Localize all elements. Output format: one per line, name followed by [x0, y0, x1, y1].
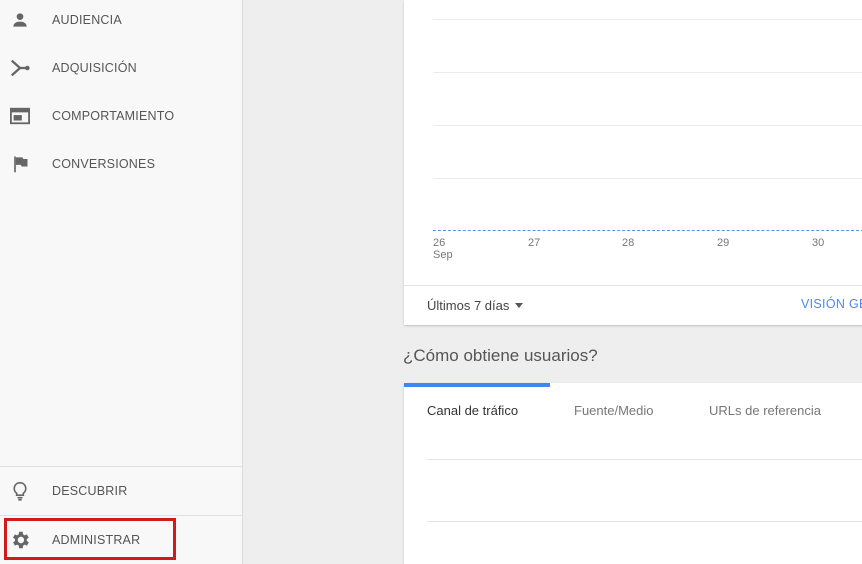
section-title: ¿Cómo obtiene usuarios?: [403, 346, 598, 365]
sidebar-item-label: CONVERSIONES: [52, 157, 156, 171]
x-tick-day: 26: [433, 237, 446, 249]
sidebar-item-descubrir[interactable]: DESCUBRIR: [0, 467, 243, 515]
tab-fuente-medio[interactable]: Fuente/Medio: [574, 403, 654, 418]
x-tick-label: 26 Sep: [433, 237, 453, 261]
sidebar-item-label: COMPORTAMIENTO: [52, 109, 175, 123]
behavior-icon: [8, 104, 32, 128]
sidebar-item-conversiones[interactable]: CONVERSIONES: [0, 140, 243, 188]
person-icon: [8, 8, 32, 32]
gridline: [433, 125, 862, 126]
table-row-divider: [427, 459, 862, 460]
table-row-divider: [427, 521, 862, 522]
card-divider: [404, 285, 862, 286]
x-tick-label: 27: [528, 237, 541, 249]
sidebar: AUDIENCIA ADQUISICIÓN COMPORTAMIENTO CON…: [0, 0, 243, 564]
overview-link[interactable]: VISIÓN GE: [801, 297, 862, 311]
sidebar-item-comportamiento[interactable]: COMPORTAMIENTO: [0, 92, 243, 140]
date-range-label: Últimos 7 días: [427, 298, 510, 313]
active-tab-indicator: [404, 383, 550, 387]
sidebar-item-audiencia[interactable]: AUDIENCIA: [0, 0, 243, 44]
gridline: [433, 72, 862, 73]
sidebar-item-label: AUDIENCIA: [52, 13, 122, 27]
x-tick-month: Sep: [433, 249, 453, 261]
gridline: [433, 178, 862, 179]
sidebar-item-label: ADQUISICIÓN: [52, 61, 137, 75]
x-tick-label: 30: [812, 237, 825, 249]
highlight-box: [4, 518, 176, 560]
gridline: [433, 19, 862, 20]
date-range-dropdown[interactable]: Últimos 7 días: [427, 298, 524, 313]
chart-card: 26 Sep 27 28 29 30 Últimos 7 días VISIÓN…: [404, 0, 862, 325]
flag-icon: [8, 152, 32, 176]
x-tick-label: 28: [622, 237, 635, 249]
tab-canal-de-trafico[interactable]: Canal de tráfico: [427, 403, 518, 418]
tab-urls-de-referencia[interactable]: URLs de referencia: [709, 403, 821, 418]
sidebar-item-adquisicion[interactable]: ADQUISICIÓN: [0, 44, 243, 92]
sidebar-item-label: DESCUBRIR: [52, 484, 128, 498]
lightbulb-icon: [8, 479, 32, 503]
series-line: [433, 230, 862, 231]
acquisition-icon: [8, 56, 32, 80]
x-tick-label: 29: [717, 237, 730, 249]
caret-down-icon: [515, 303, 524, 308]
acquisition-card: Canal de tráfico Fuente/Medio URLs de re…: [404, 383, 862, 564]
